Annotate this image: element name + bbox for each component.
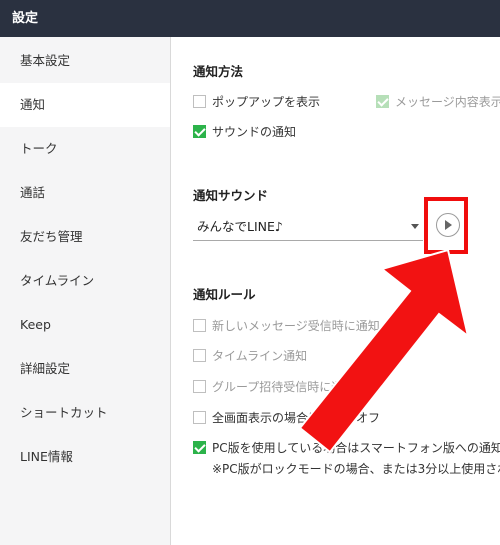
dropdown-arrow-icon (411, 224, 419, 229)
sidebar-item-line-info[interactable]: LINE情報 (0, 435, 170, 479)
sound-select-value: みんなでLINE♪ (197, 219, 283, 234)
popup-checkbox[interactable] (193, 94, 206, 108)
sidebar-item-advanced[interactable]: 詳細設定 (0, 347, 170, 391)
section-title-rules: 通知ルール (193, 287, 256, 302)
sidebar-item-notifications[interactable]: 通知 (0, 83, 170, 127)
rule-fullscreen[interactable]: 全画面表示の場合は通知をオフ (193, 407, 380, 427)
rule-new-message[interactable]: 新しいメッセージ受信時に通知 (193, 315, 380, 335)
rule-group-invite-label: グループ招待受信時に通知 (212, 379, 356, 394)
sidebar-item-timeline[interactable]: タイムライン (0, 259, 170, 303)
show-content-label: メッセージ内容表示 (395, 94, 500, 109)
show-content-option[interactable]: メッセージ内容表示 (376, 91, 500, 111)
play-sound-button[interactable] (436, 213, 460, 237)
rule-pc-active-checkbox[interactable] (193, 440, 206, 454)
rule-fullscreen-label: 全画面表示の場合は通知をオフ (212, 410, 381, 425)
sidebar-item-friends[interactable]: 友だち管理 (0, 215, 170, 259)
play-button-highlight (424, 197, 468, 254)
rule-note: ※PC版がロックモードの場合、または3分以上使用されていない場合は通知されます (212, 462, 500, 476)
rule-group-invite-checkbox[interactable] (193, 379, 206, 393)
rule-timeline[interactable]: タイムライン通知 (193, 345, 307, 365)
notification-settings-panel: 通知方法 ポップアップを表示 メッセージ内容表示 サウンドの通知 通知サウンド … (171, 37, 500, 545)
rule-timeline-checkbox[interactable] (193, 348, 206, 362)
rule-timeline-label: タイムライン通知 (212, 348, 308, 363)
settings-sidebar: 基本設定 通知 トーク 通話 友だち管理 タイムライン Keep 詳細設定 ショ… (0, 37, 171, 545)
show-content-checkbox[interactable] (376, 94, 389, 108)
popup-label: ポップアップを表示 (212, 94, 321, 109)
rule-fullscreen-checkbox[interactable] (193, 410, 206, 424)
sound-checkbox[interactable] (193, 124, 206, 138)
rule-pc-active[interactable]: PC版を使用している場合はスマートフォン版への通知をオフ (193, 437, 500, 457)
popup-option[interactable]: ポップアップを表示 (193, 91, 320, 111)
rule-pc-active-label: PC版を使用している場合はスマートフォン版への通知をオフ (212, 440, 500, 455)
section-title-sound: 通知サウンド (193, 188, 269, 203)
sidebar-item-shortcut[interactable]: ショートカット (0, 391, 170, 435)
sidebar-item-talk[interactable]: トーク (0, 127, 170, 171)
sidebar-item-call[interactable]: 通話 (0, 171, 170, 215)
sidebar-item-keep[interactable]: Keep (0, 303, 170, 347)
rule-new-message-label: 新しいメッセージ受信時に通知 (212, 318, 380, 333)
rule-group-invite[interactable]: グループ招待受信時に通知 (193, 376, 355, 396)
sidebar-item-basic[interactable]: 基本設定 (0, 39, 170, 83)
sound-label: サウンドの通知 (212, 124, 297, 139)
sound-select[interactable]: みんなでLINE♪ (193, 213, 423, 241)
section-title-method: 通知方法 (193, 64, 244, 79)
window-title: 設定 (0, 0, 500, 37)
rule-new-message-checkbox[interactable] (193, 318, 206, 332)
sound-option[interactable]: サウンドの通知 (193, 121, 296, 141)
play-icon (445, 220, 452, 230)
